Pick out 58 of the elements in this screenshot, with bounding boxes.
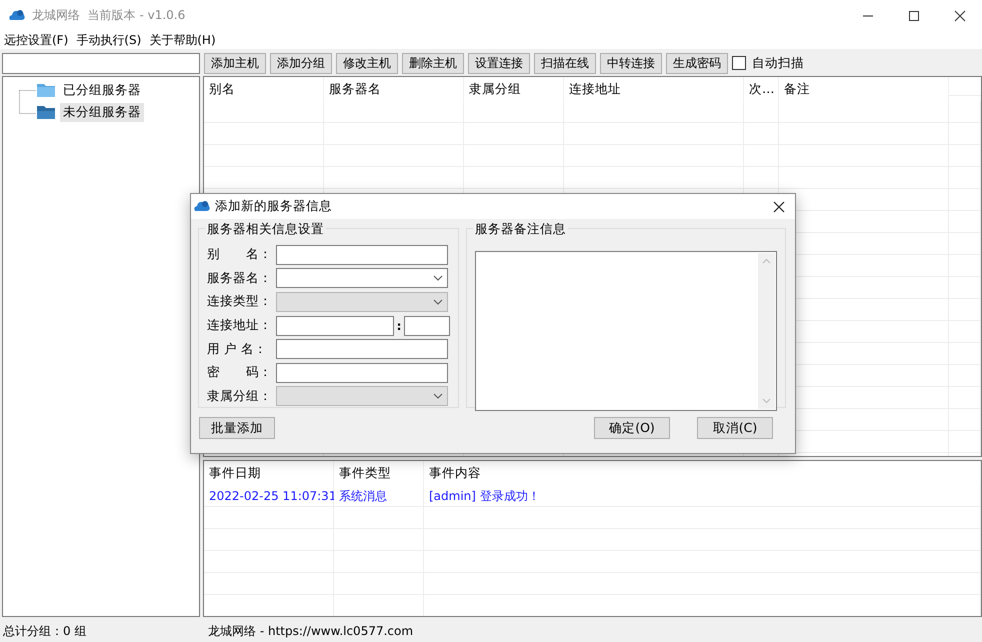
checkbox[interactable]: [732, 56, 746, 70]
menu-item[interactable]: 远控设置(F): [4, 32, 68, 50]
search-field[interactable]: [2, 52, 200, 74]
column-header[interactable]: 连接地址: [564, 77, 744, 102]
field-label: 密 码：: [207, 364, 273, 382]
toolbar-button[interactable]: 设置连接: [468, 52, 530, 74]
toolbar-button[interactable]: 生成密码: [666, 52, 728, 74]
checkbox-label: 自动扫描: [752, 54, 804, 72]
toolbar-button[interactable]: 扫描在线: [534, 52, 596, 74]
tree-connector-line: [19, 90, 36, 114]
group-title: 服务器备注信息: [473, 221, 568, 238]
field-label: 服务器名：: [207, 270, 273, 287]
cancel-button[interactable]: 取消(C): [697, 417, 773, 439]
close-icon[interactable]: [773, 200, 785, 212]
status-text: 总计分组：0 组: [2, 622, 88, 640]
batch-add-button[interactable]: 批量添加: [199, 417, 275, 439]
dialog-title: 添加新的服务器信息: [215, 198, 332, 215]
ok-button[interactable]: 确定(O): [594, 417, 670, 439]
input-field[interactable]: [276, 362, 448, 383]
column-header[interactable]: 服务器名: [324, 77, 464, 102]
group-title: 服务器相关信息设置: [205, 221, 326, 238]
field-label: 别 名：: [207, 246, 273, 264]
chevron-down-icon: [433, 275, 443, 282]
toolbar-button[interactable]: 修改主机: [336, 52, 398, 74]
tree-item[interactable]: 已分组服务器: [60, 80, 144, 100]
toolbar-button[interactable]: 中转连接: [600, 52, 662, 74]
column-header[interactable]: 隶属分组: [464, 77, 564, 102]
column-header[interactable]: 事件类型: [334, 461, 424, 486]
chevron-down-icon: [433, 298, 443, 305]
status-text: 龙城网络 - https://www.lc0577.com: [207, 622, 414, 640]
notes-field[interactable]: [475, 251, 777, 411]
input-field[interactable]: [276, 316, 394, 336]
toolbar-button[interactable]: 添加分组: [270, 52, 332, 74]
column-header[interactable]: 别名: [204, 77, 324, 102]
tree-item[interactable]: 未分组服务器: [60, 102, 144, 122]
input-field[interactable]: [404, 316, 450, 336]
toolbar-button[interactable]: 删除主机: [402, 52, 464, 74]
scrollbar[interactable]: [758, 253, 775, 409]
maximize-icon[interactable]: [908, 10, 920, 22]
column-header[interactable]: 备注: [779, 77, 949, 102]
input-field[interactable]: [276, 244, 448, 265]
table-cell: 系统消息: [334, 485, 424, 508]
input-field[interactable]: [276, 339, 448, 360]
toolbar-button[interactable]: 添加主机: [204, 52, 266, 74]
window-title: 龙城网络 当前版本 - v1.0.6: [32, 7, 186, 24]
field-label: 连接地址：: [207, 317, 273, 334]
menu-item[interactable]: 手动执行(S): [76, 32, 142, 50]
chevron-down-icon: [433, 393, 443, 400]
menu-item[interactable]: 关于帮助(H): [149, 32, 216, 50]
column-header[interactable]: 事件日期: [204, 461, 334, 486]
close-icon[interactable]: [954, 10, 966, 22]
field-label: 隶属分组：: [207, 388, 273, 405]
column-header[interactable]: 次…: [744, 77, 779, 102]
dropdown[interactable]: [276, 268, 448, 288]
field-label: 连接类型：: [207, 293, 273, 310]
column-header[interactable]: 事件内容: [424, 461, 981, 486]
field-label: 用 户 名：: [207, 340, 268, 358]
separator-text: :: [396, 318, 402, 333]
